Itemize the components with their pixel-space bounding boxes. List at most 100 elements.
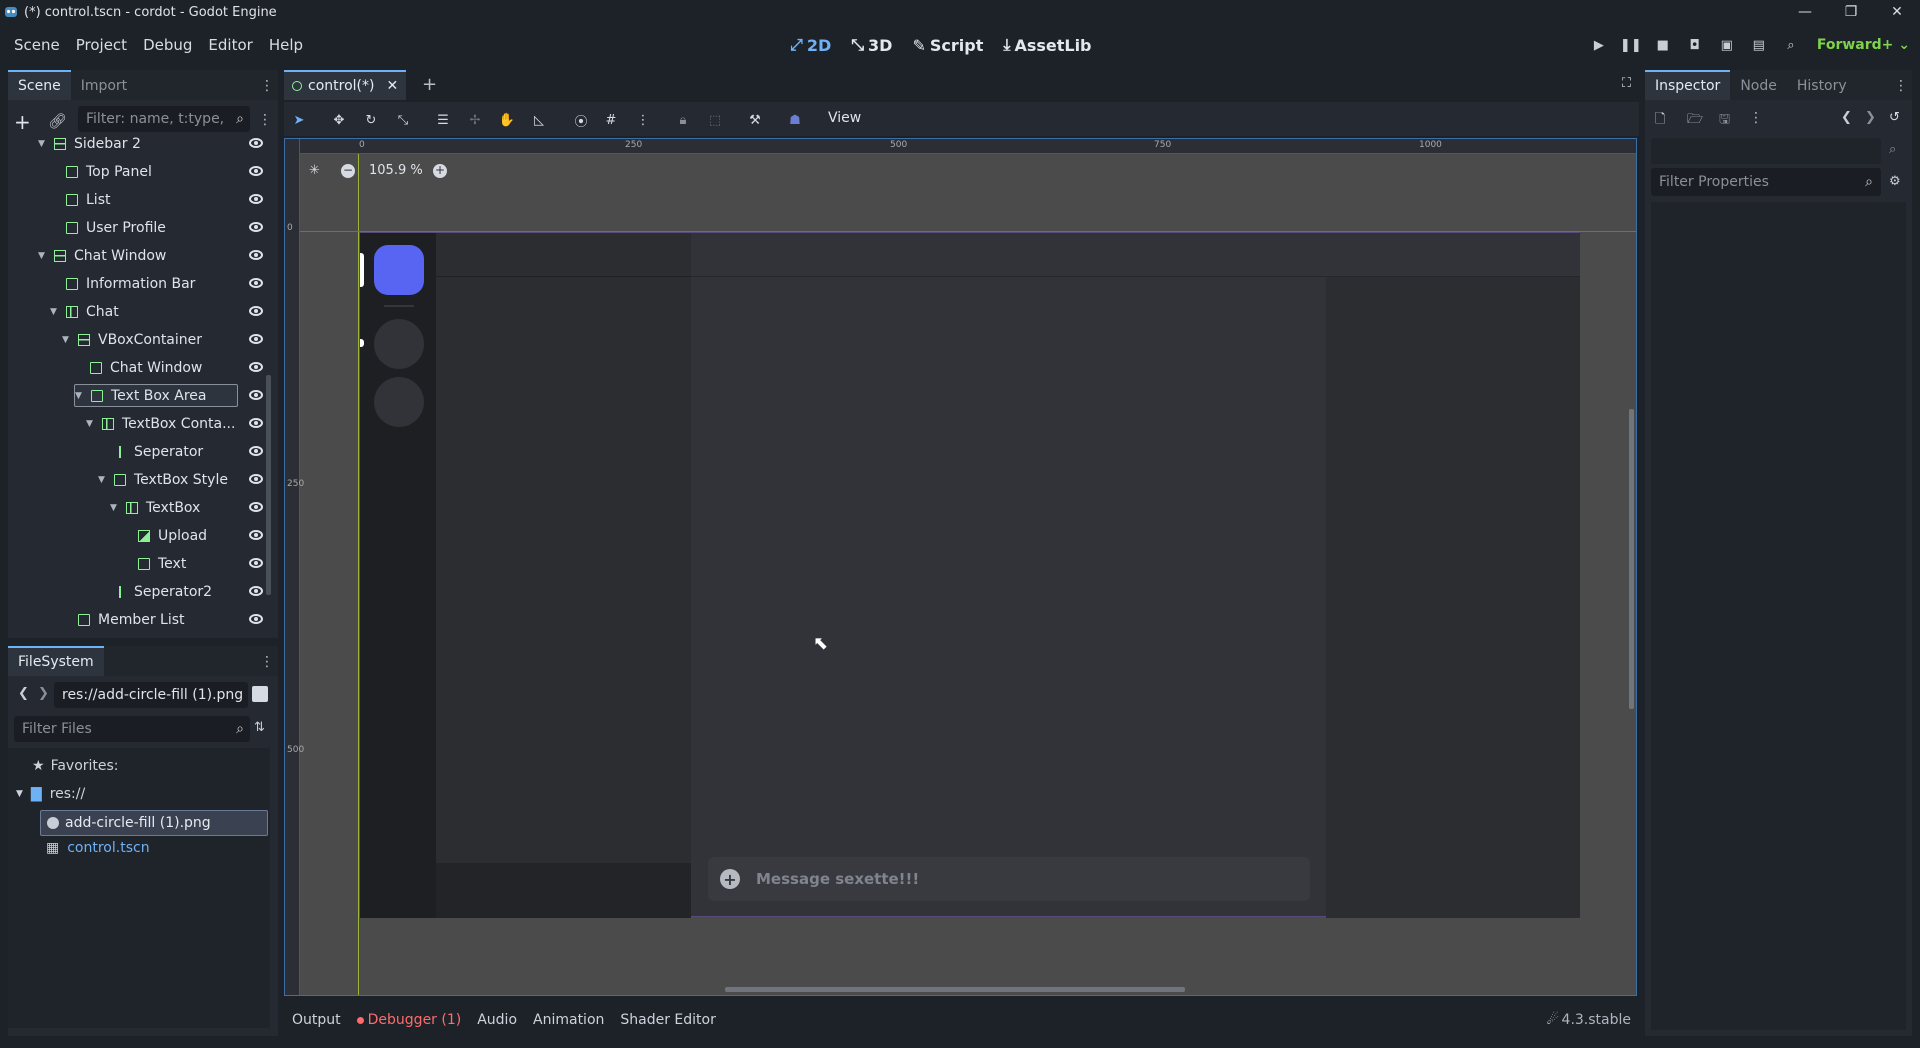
tab-node[interactable]: Node (1730, 72, 1787, 100)
tree-node[interactable]: Member List (62, 608, 238, 631)
history-forward-icon[interactable]: ❯ (1865, 110, 1876, 125)
workspace-3d-button[interactable]: ⤡ 3D (851, 35, 892, 55)
visibility-eye-icon[interactable] (249, 334, 263, 344)
object-history-icon[interactable]: ↺ (1889, 110, 1900, 125)
visibility-eye-icon[interactable] (249, 586, 263, 596)
tab-history[interactable]: History (1787, 72, 1857, 100)
view-menu[interactable]: View (828, 110, 861, 126)
visibility-eye-icon[interactable] (249, 194, 263, 204)
history-back-icon[interactable]: ❮ (1841, 110, 1852, 125)
tree-node[interactable]: List (50, 188, 238, 211)
camera-override-icon[interactable]: ☗ (784, 109, 806, 131)
tree-node[interactable]: ▼ Chat (50, 300, 238, 323)
sidebar[interactable] (360, 233, 436, 918)
scene-dock-menu-icon[interactable]: ⋮ (260, 78, 274, 94)
chevron-down-icon[interactable]: ▼ (98, 475, 110, 485)
tab-filesystem[interactable]: FileSystem (8, 646, 104, 676)
minimize-icon[interactable]: — (1782, 0, 1828, 24)
inspector-dock-menu-icon[interactable]: ⋮ (1894, 78, 1908, 94)
server-icon[interactable] (374, 377, 424, 427)
file-row[interactable]: add-circle-fill (1).png (40, 810, 268, 836)
tab-audio[interactable]: Audio (477, 1012, 517, 1028)
rotate-tool-icon[interactable]: ↻ (360, 109, 382, 131)
play-icon[interactable]: ▶ (1585, 31, 1613, 59)
chevron-down-icon[interactable]: ▼ (110, 503, 122, 513)
menu-debug[interactable]: Debug (143, 36, 192, 54)
add-node-icon[interactable]: + (14, 110, 31, 134)
tree-node[interactable]: Top Panel (50, 160, 238, 183)
visibility-eye-icon[interactable] (249, 558, 263, 568)
save-resource-icon[interactable]: 🖫︎ (1719, 110, 1730, 132)
menu-scene[interactable]: Scene (14, 36, 60, 54)
menu-editor[interactable]: Editor (208, 36, 252, 54)
scene-filter-menu-icon[interactable]: ⋮ (258, 112, 272, 128)
visibility-eye-icon[interactable] (249, 166, 263, 176)
pivot-tool-icon[interactable]: ✢ (464, 109, 486, 131)
tab-scene-file[interactable]: control(*) ✕ (284, 70, 407, 100)
menu-help[interactable]: Help (269, 36, 303, 54)
workspace-assetlib-button[interactable]: ⤓ AssetLib (1003, 35, 1091, 55)
chevron-down-icon[interactable]: ▼ (38, 251, 50, 261)
visibility-eye-icon[interactable] (249, 138, 263, 148)
filesystem-filter-input[interactable]: Filter Files ⌕ (14, 716, 250, 742)
grid-snap-icon[interactable]: # (600, 109, 622, 131)
favorites-row[interactable]: ★ Favorites: (32, 758, 119, 774)
tree-node[interactable]: Text (122, 552, 238, 575)
workspace-2d-button[interactable]: ⤢ 2D (790, 35, 831, 55)
group-icon[interactable]: ⬚ (704, 109, 726, 131)
sort-icon[interactable]: ⇅ (254, 720, 265, 735)
tree-node[interactable]: Chat Window (74, 356, 238, 379)
visibility-eye-icon[interactable] (249, 250, 263, 260)
lock-icon[interactable]: 🔒︎ (672, 109, 694, 131)
tree-node[interactable]: Information Bar (50, 272, 238, 295)
visibility-eye-icon[interactable] (249, 530, 263, 540)
tree-node[interactable]: ▼ TextBox Style (98, 468, 238, 491)
menu-project[interactable]: Project (76, 36, 127, 54)
tree-node[interactable]: ▼ Chat Window (38, 244, 238, 267)
visibility-eye-icon[interactable] (249, 418, 263, 428)
move-tool-icon[interactable]: ✥ (328, 109, 350, 131)
forward-icon[interactable]: ❯ (38, 686, 49, 701)
tab-output[interactable]: Output (292, 1012, 341, 1028)
selectable-list-icon[interactable]: ☰ (432, 109, 454, 131)
tree-node[interactable]: User Profile (50, 216, 238, 239)
scale-tool-icon[interactable]: ⤡ (392, 109, 414, 131)
visibility-eye-icon[interactable] (249, 278, 263, 288)
visibility-eye-icon[interactable] (249, 614, 263, 624)
visibility-eye-icon[interactable] (249, 306, 263, 316)
pan-tool-icon[interactable]: ✋ (496, 109, 518, 131)
chevron-down-icon[interactable]: ▼ (50, 307, 62, 317)
filesystem-menu-icon[interactable]: ⋮ (260, 654, 274, 670)
play-custom-scene-icon[interactable]: ▤ (1745, 31, 1773, 59)
visibility-eye-icon[interactable] (249, 222, 263, 232)
file-row[interactable]: ▦ control.tscn (46, 840, 150, 856)
close-tab-icon[interactable]: ✕ (386, 78, 398, 94)
tab-scene[interactable]: Scene (8, 70, 71, 100)
tab-inspector[interactable]: Inspector (1645, 70, 1731, 100)
skeleton-icon[interactable]: ⚒ (744, 109, 766, 131)
filter-properties-input[interactable]: Filter Properties ⌕ (1651, 168, 1881, 196)
filesystem-path-field[interactable]: res://add-circle-fill (1).png (54, 682, 248, 708)
upload-icon[interactable]: + (720, 869, 740, 889)
scene-tree-scrollbar[interactable] (266, 375, 271, 595)
tree-node[interactable]: ▼ Sidebar 2 (38, 132, 238, 155)
object-selector[interactable] (1651, 138, 1881, 164)
scene-root-rect[interactable]: + Message sexette!!! (359, 232, 1580, 918)
inspector-options-icon[interactable]: ⚙ (1889, 174, 1901, 189)
renderer-select[interactable]: Forward+ ⌄ (1817, 37, 1910, 53)
center-view-icon[interactable]: ✳ (309, 163, 320, 178)
new-resource-icon[interactable]: 🗋︎ (1655, 110, 1665, 132)
chevron-down-icon[interactable]: ▼ (75, 391, 87, 401)
tab-shader-editor[interactable]: Shader Editor (620, 1012, 715, 1028)
close-window-icon[interactable]: ✕ (1874, 0, 1920, 24)
horizontal-scrollbar[interactable] (725, 987, 1185, 992)
instance-scene-icon[interactable]: 🔗︎ (48, 112, 67, 130)
remote-debug-icon[interactable]: ◘ (1681, 31, 1709, 59)
tab-animation[interactable]: Animation (533, 1012, 604, 1028)
visibility-eye-icon[interactable] (249, 474, 263, 484)
tree-node[interactable]: Seperator (98, 440, 238, 463)
snap-options-icon[interactable]: ⋮ (632, 109, 654, 131)
visibility-eye-icon[interactable] (249, 446, 263, 456)
tree-node[interactable]: Upload (122, 524, 238, 547)
select-tool-icon[interactable]: ➤ (288, 109, 310, 131)
